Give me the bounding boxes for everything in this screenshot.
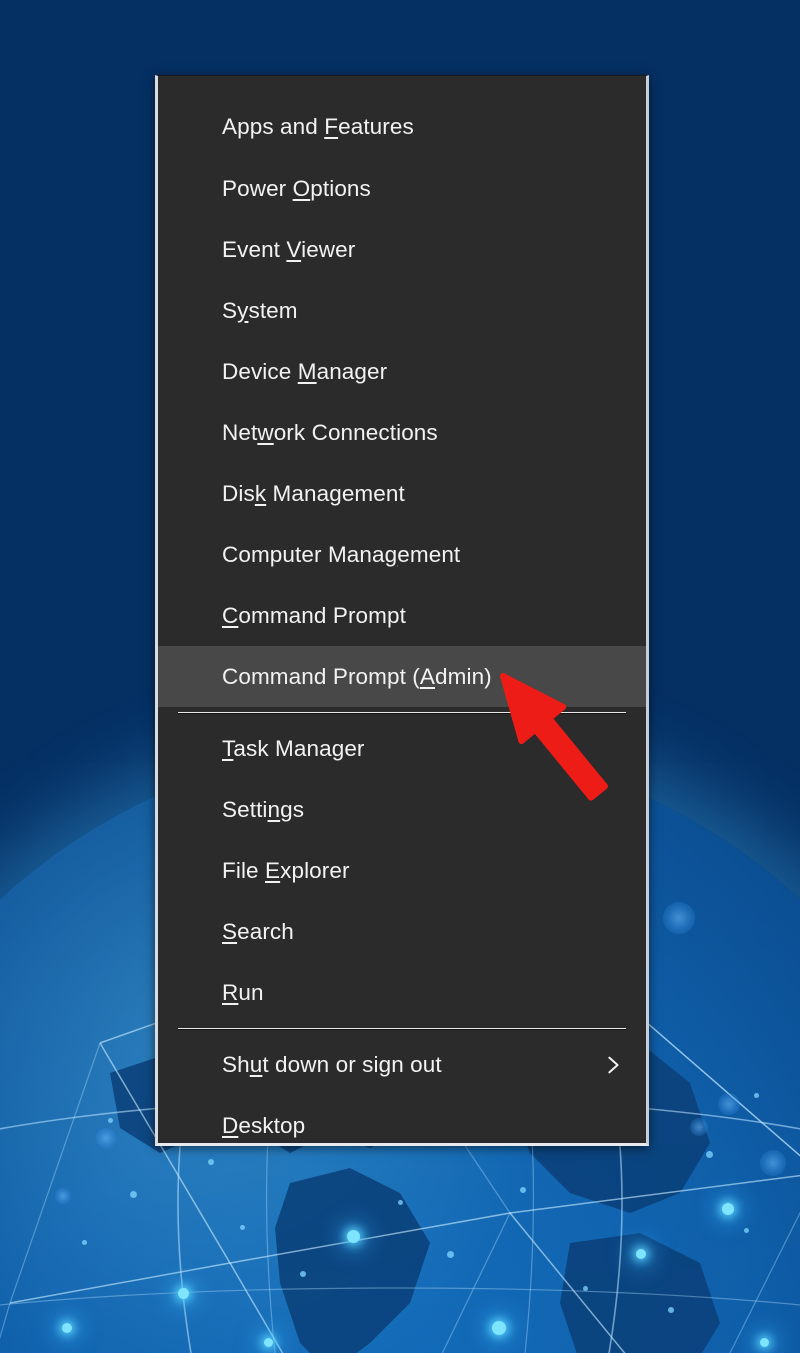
menu-item-label: Run [222,980,264,1006]
menu-group-system: Apps and Features Power Options Event View… [158,96,646,707]
menu-item-device-manager[interactable]: Device Manager [158,341,646,402]
menu-item-label: Desktop [222,1113,305,1139]
menu-item-power-options[interactable]: Power Options [158,158,646,219]
menu-item-network-connections[interactable]: Network Connections [158,402,646,463]
network-dot [754,1093,759,1098]
wallpaper-bokeh [663,902,695,934]
network-node [760,1338,769,1347]
menu-item-system[interactable]: System [158,280,646,341]
menu-group-tools: Task Manager Settings File Explorer Search R… [158,718,646,1023]
chevron-right-icon [602,1054,624,1076]
menu-item-label: Settings [222,797,304,823]
network-node [347,1230,360,1243]
menu-item-label: Search [222,919,294,945]
network-node [492,1321,506,1335]
menu-top-padding [158,76,646,96]
menu-item-shut-down-or-sign-out[interactable]: Shut down or sign out [158,1034,646,1095]
network-dot [240,1225,245,1230]
network-dot [300,1271,306,1277]
menu-item-label: Shut down or sign out [222,1052,442,1078]
menu-item-computer-management[interactable]: Computer Management [158,524,646,585]
menu-item-desktop[interactable]: Desktop [158,1095,646,1156]
wallpaper-bokeh [718,1093,740,1115]
menu-item-label: Command Prompt (Admin) [222,664,492,690]
menu-item-event-viewer[interactable]: Event Viewer [158,219,646,280]
menu-item-search[interactable]: Search [158,901,646,962]
menu-item-label: Power Options [222,176,371,202]
network-node [264,1338,273,1347]
menu-item-command-prompt[interactable]: Command Prompt [158,585,646,646]
wallpaper-bokeh [55,1188,71,1204]
menu-item-label: Apps and Features [222,114,414,140]
menu-item-label: Disk Management [222,481,405,507]
network-node [178,1288,189,1299]
menu-item-command-prompt-admin[interactable]: Command Prompt (Admin) [158,646,646,707]
menu-item-run[interactable]: Run [158,962,646,1023]
menu-separator [178,712,626,713]
network-dot [447,1251,454,1258]
menu-separator [178,1028,626,1029]
winx-power-user-menu[interactable]: Apps and Features Power Options Event View… [155,75,649,1146]
wallpaper-bokeh [760,1150,786,1176]
wallpaper-bokeh [96,1128,116,1148]
network-node [62,1323,72,1333]
network-node [636,1249,646,1259]
menu-item-label: Computer Management [222,542,460,568]
menu-group-session: Shut down or sign out Desktop [158,1034,646,1156]
network-dot [583,1286,588,1291]
desktop-screen: Apps and Features Power Options Event View… [0,0,800,1353]
menu-bottom-padding [158,1156,646,1202]
menu-item-label: System [222,298,298,324]
network-dot [82,1240,87,1245]
menu-item-label: Event Viewer [222,237,355,263]
menu-item-apps-and-features[interactable]: Apps and Features [158,96,646,158]
menu-item-label: File Explorer [222,858,350,884]
network-dot [706,1151,713,1158]
menu-item-label: Task Manager [222,736,365,762]
network-dot [744,1228,749,1233]
network-dot [108,1118,113,1123]
wallpaper-bokeh [690,1118,708,1136]
menu-item-file-explorer[interactable]: File Explorer [158,840,646,901]
menu-item-disk-management[interactable]: Disk Management [158,463,646,524]
menu-item-settings[interactable]: Settings [158,779,646,840]
menu-item-task-manager[interactable]: Task Manager [158,718,646,779]
menu-item-label: Command Prompt [222,603,406,629]
network-dot [668,1307,674,1313]
menu-item-label: Device Manager [222,359,387,385]
network-dot [130,1191,137,1198]
menu-item-label: Network Connections [222,420,438,446]
network-node [722,1203,734,1215]
